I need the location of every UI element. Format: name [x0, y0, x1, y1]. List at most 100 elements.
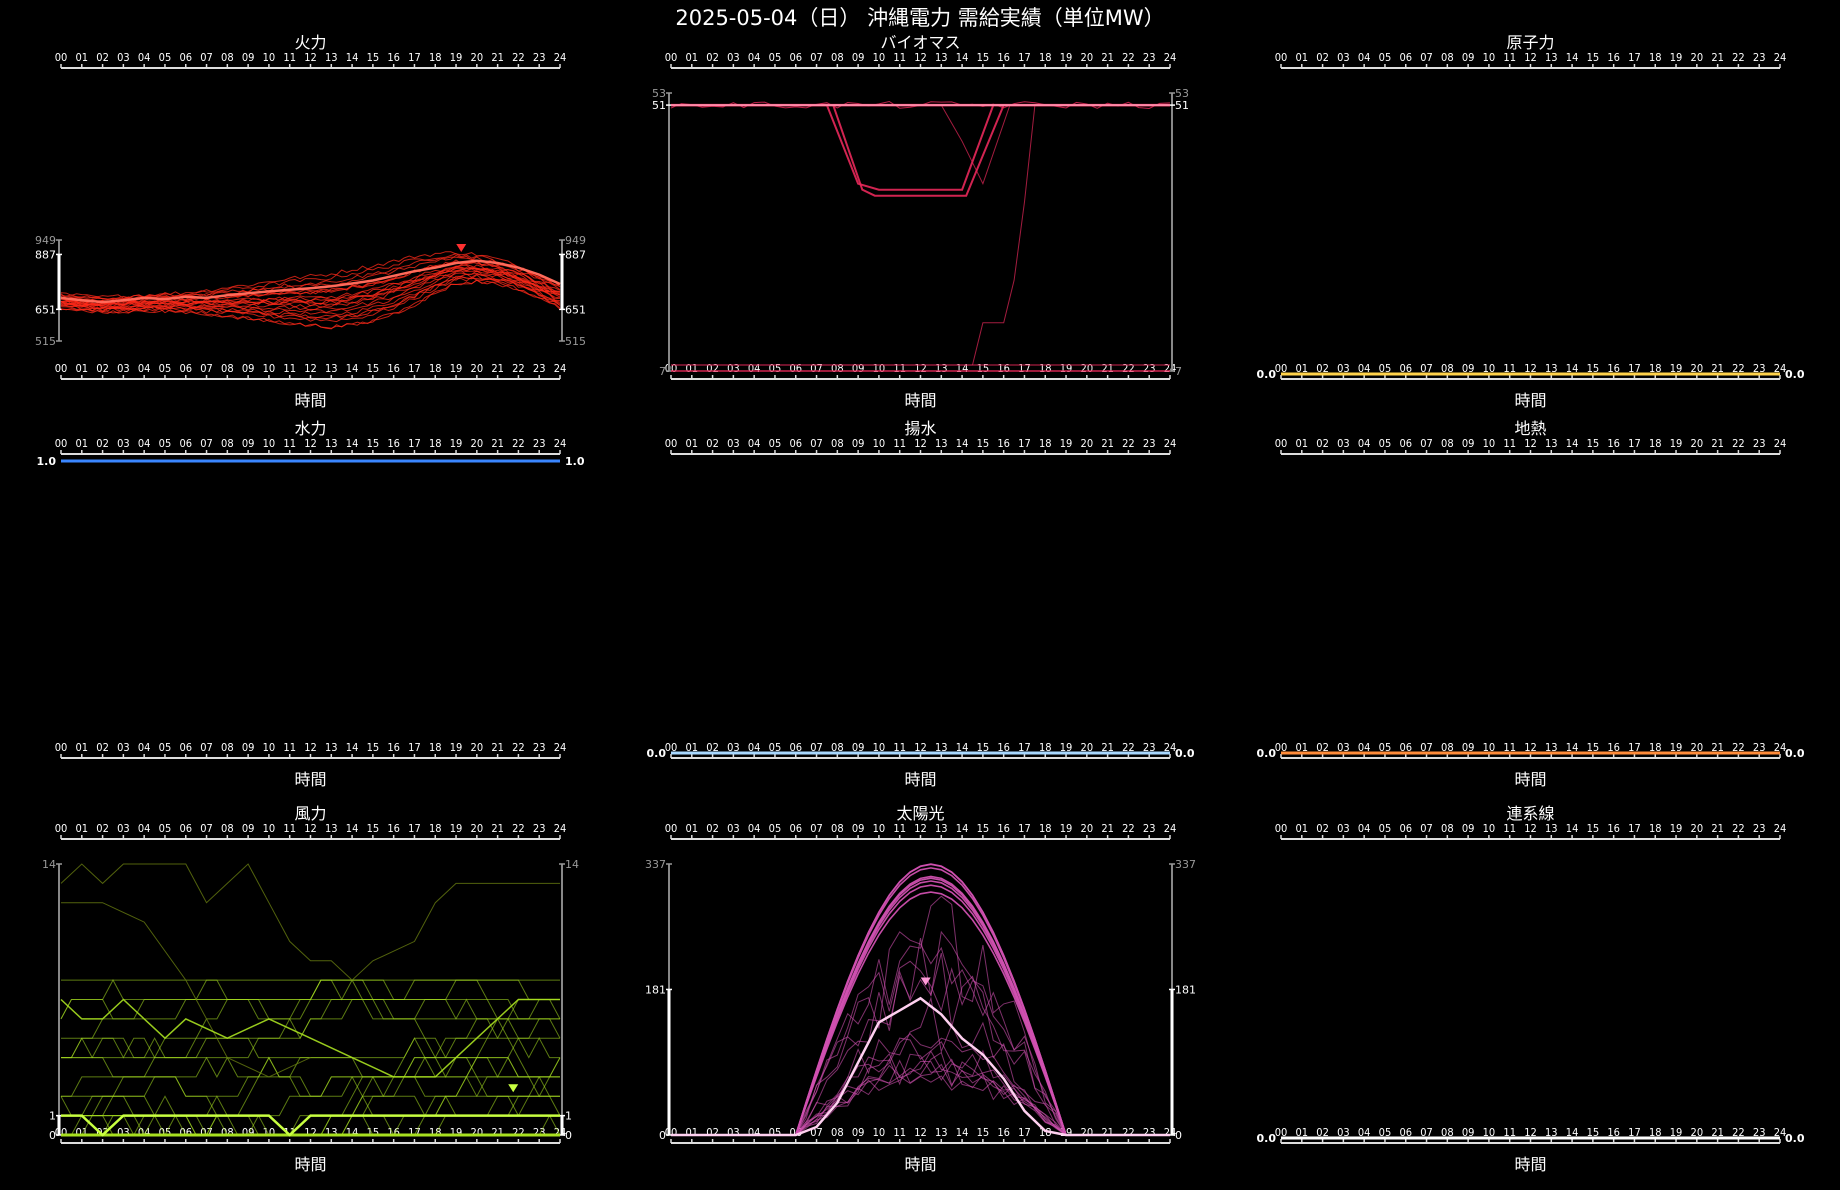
tick-label: 08	[221, 741, 234, 754]
y-label-left: 0.0	[647, 747, 667, 760]
panel-title: 原子力	[1506, 33, 1554, 52]
tick-label: 07	[1420, 822, 1433, 835]
tick-label: 08	[221, 362, 234, 375]
history-line	[671, 1059, 1170, 1136]
tick-label: 10	[1483, 822, 1496, 835]
panel-2: バイオマス 00 01 02 03 04 05 06 07 08 09 10 11 12 13 14 15 16 1…	[652, 33, 1189, 410]
tick-label: 13	[935, 822, 948, 835]
tick-label: 13	[935, 1126, 948, 1139]
tick-label: 24	[1164, 51, 1177, 64]
tick-label: 02	[96, 822, 109, 835]
tick-label: 09	[852, 51, 865, 64]
tick-label: 06	[789, 822, 802, 835]
tick-label: 02	[96, 437, 109, 450]
y-label-right: 515	[565, 335, 586, 348]
tick-label: 12	[914, 51, 927, 64]
tick-label: 20	[1081, 1126, 1094, 1139]
tick-label: 02	[706, 51, 719, 64]
history-line	[671, 1052, 1170, 1136]
tick-label: 02	[96, 362, 109, 375]
tick-label: 00	[665, 51, 678, 64]
tick-label: 08	[1441, 437, 1454, 450]
tick-label: 04	[1358, 822, 1371, 835]
tick-label: 01	[75, 822, 88, 835]
tick-label: 03	[117, 437, 130, 450]
tick-label: 06	[1399, 51, 1412, 64]
y-label-left: 0	[49, 1129, 56, 1142]
tick-label: 08	[1441, 51, 1454, 64]
tick-label: 06	[1399, 822, 1412, 835]
bottom-axis: 00 01 02 03 04 05 06 07 08 09 10 11 12 13 14 15 16 17 18 19…	[55, 362, 566, 380]
top-axis: 00 01 02 03 04 05 06 07 08 09 10 11 12 13 14 15 16 17 18 19…	[665, 437, 1176, 455]
tick-label: 14	[1566, 822, 1579, 835]
tick-label: 24	[554, 741, 567, 754]
tick-label: 04	[138, 362, 151, 375]
tick-label: 22	[512, 1126, 525, 1139]
tick-label: 10	[873, 1126, 886, 1139]
tick-label: 11	[283, 822, 296, 835]
tick-label: 21	[1711, 437, 1724, 450]
tick-label: 15	[367, 1126, 380, 1139]
tick-label: 16	[997, 437, 1010, 450]
tick-label: 09	[852, 437, 865, 450]
tick-label: 01	[75, 1126, 88, 1139]
tick-label: 11	[1503, 822, 1516, 835]
tick-label: 13	[935, 437, 948, 450]
y-label-right: 51	[1175, 99, 1189, 112]
panel-9: 連系線 00 01 02 03 04 05 06 07 08 09 10 11 12 13 14 15 16 17 1…	[1257, 804, 1805, 1174]
tick-label: 21	[491, 437, 504, 450]
tick-label: 15	[367, 822, 380, 835]
tick-label: 12	[304, 362, 317, 375]
tick-label: 10	[1483, 437, 1496, 450]
tick-label: 00	[55, 362, 68, 375]
y-label-left: 651	[35, 303, 56, 316]
y-label-right: 651	[565, 303, 586, 316]
tick-label: 20	[1081, 362, 1094, 375]
tick-label: 01	[685, 822, 698, 835]
panel-5: 揚水 00 01 02 03 04 05 06 07 08 09 10 11 12 13 14 15 16 17 18…	[647, 419, 1195, 789]
tick-label: 07	[1420, 437, 1433, 450]
tick-label: 03	[727, 51, 740, 64]
tick-label: 09	[1462, 822, 1475, 835]
tick-label: 15	[367, 437, 380, 450]
y-label-left: 887	[35, 248, 56, 261]
tick-label: 15	[977, 51, 990, 64]
tick-label: 13	[1545, 822, 1558, 835]
tick-label: 14	[346, 362, 359, 375]
tick-label: 00	[1275, 437, 1288, 450]
tick-label: 00	[665, 1126, 678, 1139]
tick-label: 06	[179, 51, 192, 64]
tick-label: 24	[1164, 822, 1177, 835]
tick-label: 02	[1316, 51, 1329, 64]
x-axis-label: 時間	[1514, 1155, 1546, 1174]
tick-label: 17	[1018, 362, 1031, 375]
tick-label: 00	[665, 362, 678, 375]
tick-label: 18	[1039, 51, 1052, 64]
tick-label: 15	[367, 741, 380, 754]
tick-label: 14	[346, 1126, 359, 1139]
tick-label: 11	[1503, 51, 1516, 64]
history-line	[671, 895, 1170, 1136]
y-label-right: 0	[1175, 1129, 1182, 1142]
tick-label: 23	[533, 51, 546, 64]
tick-label: 20	[1691, 51, 1704, 64]
history-line	[671, 1050, 1170, 1136]
tick-label: 00	[55, 1126, 68, 1139]
tick-label: 06	[1399, 437, 1412, 450]
tick-label: 08	[831, 437, 844, 450]
tick-label: 20	[471, 51, 484, 64]
tick-label: 24	[554, 51, 567, 64]
top-axis: 00 01 02 03 04 05 06 07 08 09 10 11 12 13 14 15 16 17 18 19…	[665, 822, 1177, 840]
tick-label: 16	[387, 741, 400, 754]
tick-label: 16	[997, 51, 1010, 64]
tick-label: 20	[471, 1126, 484, 1139]
tick-label: 01	[75, 362, 88, 375]
top-axis: 00 01 02 03 04 05 06 07 08 09 10 11 12 13 14 15 16 17 18 19…	[1275, 822, 1786, 840]
tick-label: 16	[387, 362, 400, 375]
tick-label: 23	[1143, 51, 1156, 64]
tick-label: 15	[1587, 51, 1600, 64]
history-line	[671, 1051, 1170, 1136]
bottom-axis: 00 01 02 03 04 05 06 07 08 09 10 11 12 13 14 15 16 17 18 19…	[55, 741, 567, 759]
y-label-left: 0.0	[1257, 368, 1277, 381]
tick-label: 02	[96, 741, 109, 754]
